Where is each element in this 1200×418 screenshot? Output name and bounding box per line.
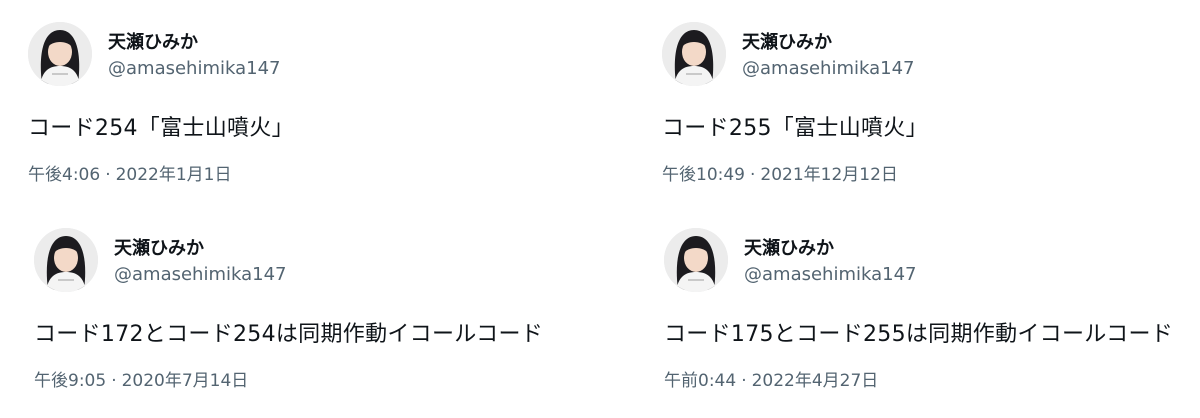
tweet-time: 午後4:06 — [28, 165, 101, 185]
display-name[interactable]: 天瀬ひみか — [742, 28, 832, 54]
tweet-card: 天瀬ひみか @amasehimika147 コード175とコード255は同期作動… — [664, 228, 1200, 418]
display-name[interactable]: 天瀬ひみか — [114, 234, 204, 260]
avatar[interactable] — [664, 228, 728, 292]
timestamp[interactable]: 午後9:05 · 2020年7月14日 — [34, 366, 248, 391]
user-handle[interactable]: @amasehimika147 — [742, 58, 915, 79]
user-handle[interactable]: @amasehimika147 — [114, 264, 287, 285]
timestamp[interactable]: 午後4:06 · 2022年1月1日 — [28, 160, 232, 185]
avatar[interactable] — [28, 22, 92, 86]
tweet-text: コード254「富士山噴火」 — [28, 116, 294, 141]
tweet-date: 2022年1月1日 — [115, 165, 232, 185]
avatar[interactable] — [662, 22, 726, 86]
timestamp[interactable]: 午後10:49 · 2021年12月12日 — [662, 160, 898, 185]
separator-dot: · — [741, 371, 747, 391]
display-name[interactable]: 天瀬ひみか — [744, 234, 834, 260]
separator-dot: · — [750, 165, 756, 185]
tweet-text: コード172とコード254は同期作動イコールコード — [34, 322, 544, 347]
user-handle[interactable]: @amasehimika147 — [108, 58, 281, 79]
avatar[interactable] — [34, 228, 98, 292]
tweet-date: 2020年7月14日 — [121, 371, 249, 391]
tweet-time: 午後10:49 — [662, 165, 745, 185]
separator-dot: · — [111, 371, 117, 391]
tweet-time: 午前0:44 — [664, 371, 737, 391]
tweet-text: コード255「富士山噴火」 — [662, 116, 928, 141]
tweet-text: コード175とコード255は同期作動イコールコード — [664, 322, 1174, 347]
user-handle[interactable]: @amasehimika147 — [744, 264, 917, 285]
tweet-card: 天瀬ひみか @amasehimika147 コード254「富士山噴火」 午後4:… — [28, 22, 588, 212]
tweet-date: 2021年12月12日 — [760, 165, 898, 185]
timestamp[interactable]: 午前0:44 · 2022年4月27日 — [664, 366, 878, 391]
tweet-card: 天瀬ひみか @amasehimika147 コード172とコード254は同期作動… — [34, 228, 594, 418]
display-name[interactable]: 天瀬ひみか — [108, 28, 198, 54]
tweet-date: 2022年4月27日 — [751, 371, 879, 391]
tweet-time: 午後9:05 — [34, 371, 107, 391]
separator-dot: · — [105, 165, 111, 185]
tweet-card: 天瀬ひみか @amasehimika147 コード255「富士山噴火」 午後10… — [662, 22, 1200, 212]
